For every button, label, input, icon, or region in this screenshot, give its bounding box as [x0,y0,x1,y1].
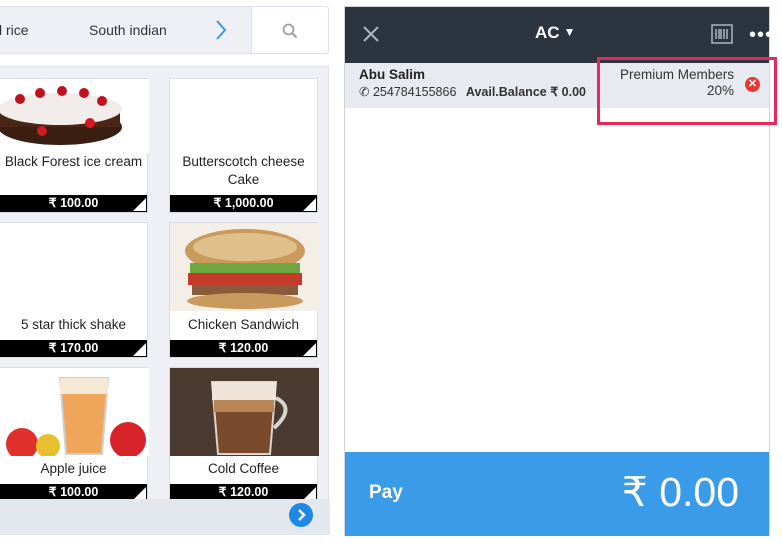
pos-screen: l rice South indian Black Forest ice cre… [0,0,782,548]
product-name: Cold Coffee [207,461,280,476]
order-header: AC ▼ ••• [345,7,772,63]
chevron-right-icon [298,509,306,521]
product-grid: Black Forest ice cream ₹ 100.00 Buttersc… [0,66,330,535]
product-name: Apple juice [40,461,107,476]
search-button[interactable] [251,7,328,53]
pay-total: ₹ 0.00 [621,469,739,515]
product-price: ₹ 100.00 [0,195,147,212]
customer-phone: 254784155866 [372,85,457,99]
price-corner-decoration [133,343,146,356]
chevron-down-icon: ▼ [563,25,576,39]
product-card[interactable]: Butterscotch cheese Cake ₹ 1,000.00 [169,78,318,213]
pay-label: Pay [369,482,403,503]
product-price: ₹ 120.00 [170,340,317,357]
category-next-icon[interactable] [209,17,233,43]
balance-label: Avail.Balance [465,85,547,99]
membership-highlight-box [597,57,777,125]
product-name: 5 star thick shake [20,317,127,332]
table-name: AC [535,23,560,42]
product-card[interactable]: Chicken Sandwich ₹ 120.00 [169,222,319,358]
close-icon[interactable] [361,24,381,44]
balance-value: ₹ 0.00 [550,85,586,99]
price-corner-decoration [303,343,316,356]
price-corner-decoration [303,198,316,211]
table-selector[interactable]: AC ▼ [535,23,575,43]
customer-name: Abu Salim [359,67,426,82]
product-card[interactable]: 5 star thick shake ₹ 170.00 [0,222,148,358]
barcode-scan-icon[interactable] [711,24,733,49]
category-tab[interactable]: South indian [89,7,167,53]
product-name: Black Forest ice cream [4,154,143,169]
product-image [170,223,319,311]
product-card[interactable]: Apple juice ₹ 100.00 [0,367,149,502]
next-page-button[interactable] [289,503,313,527]
pay-button[interactable]: Pay ₹ 0.00 [345,452,769,536]
search-icon [282,23,298,39]
customer-contact: ✆ 254784155866 Avail.Balance ₹ 0.00 [359,84,586,99]
product-card[interactable]: Cold Coffee ₹ 120.00 [169,367,319,502]
product-price: ₹ 1,000.00 [170,195,317,212]
product-price: ₹ 170.00 [0,340,147,357]
phone-icon: ✆ [359,85,370,99]
product-image [0,79,149,153]
product-name: Butterscotch cheese Cake [182,154,305,187]
product-card[interactable]: Black Forest ice cream ₹ 100.00 [0,78,149,213]
product-name: Chicken Sandwich [187,317,300,332]
price-corner-decoration [133,198,146,211]
product-image [170,368,319,456]
category-bar: l rice South indian [0,6,329,54]
category-tab[interactable]: l rice [0,7,29,53]
more-options-icon[interactable]: ••• [749,25,773,45]
grid-footer [0,499,330,535]
product-image [0,368,149,460]
